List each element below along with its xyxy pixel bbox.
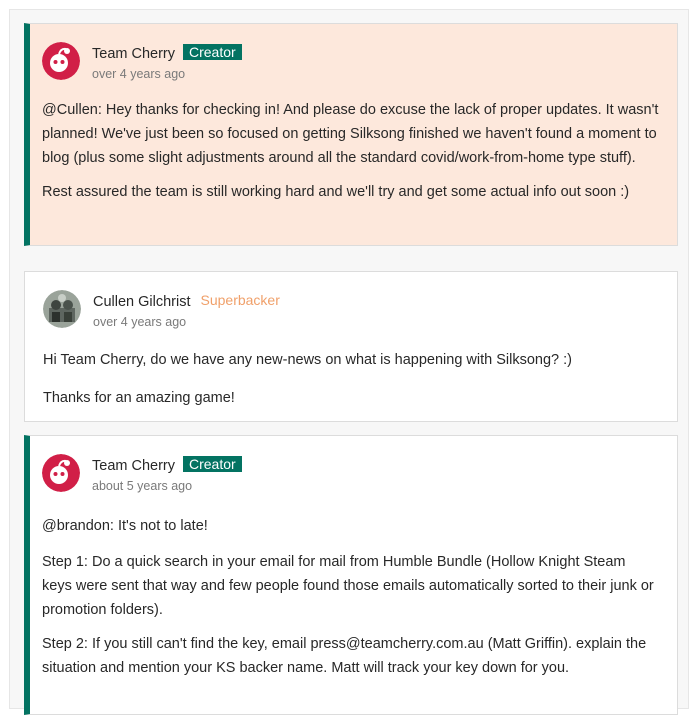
comment-paragraph: Step 1: Do a quick search in your email … bbox=[42, 554, 654, 618]
author-name-text[interactable]: Team Cherry bbox=[92, 46, 175, 62]
comment-card: Cullen Gilchrist Superbacker over 4 years… bbox=[24, 271, 678, 422]
comment-paragraph: Step 2: If you still can't find the key,… bbox=[42, 636, 647, 676]
creator-badge: Creator bbox=[183, 456, 242, 472]
author-name[interactable]: Team Cherry Creator bbox=[92, 44, 242, 62]
comment-card: Team Cherry Creator over 4 years ago @Cul… bbox=[24, 23, 678, 246]
author-name-text[interactable]: Cullen Gilchrist bbox=[93, 294, 191, 310]
user-avatar[interactable] bbox=[43, 290, 81, 328]
comment-header: Cullen Gilchrist Superbacker over 4 years… bbox=[43, 272, 677, 342]
comment-timestamp: about 5 years ago bbox=[92, 479, 193, 493]
comment-paragraph: Hi Team Cherry, do we have any new-news … bbox=[43, 352, 572, 368]
comment-card: Team Cherry Creator about 5 years ago @br… bbox=[24, 435, 678, 715]
author-name[interactable]: Team Cherry Creator bbox=[92, 456, 242, 474]
comment-body: @brandon: It's not to late! Step 1: Do a… bbox=[42, 506, 677, 680]
comment-body: @Cullen: Hey thanks for checking in! And… bbox=[42, 94, 677, 204]
comment-header: Team Cherry Creator over 4 years ago bbox=[42, 24, 677, 94]
comment-paragraph: @brandon: It's not to late! bbox=[42, 518, 208, 534]
author-name[interactable]: Cullen Gilchrist Superbacker bbox=[93, 292, 286, 310]
creator-badge: Creator bbox=[183, 44, 242, 60]
comment-paragraph: @Cullen: Hey thanks for checking in! And… bbox=[42, 102, 659, 166]
team-cherry-avatar[interactable] bbox=[42, 454, 80, 492]
comment-body: Hi Team Cherry, do we have any new-news … bbox=[43, 342, 677, 410]
comment-timestamp: over 4 years ago bbox=[93, 315, 187, 329]
comment-paragraph: Thanks for an amazing game! bbox=[43, 390, 235, 406]
comment-header: Team Cherry Creator about 5 years ago bbox=[42, 436, 677, 506]
author-name-text[interactable]: Team Cherry bbox=[92, 458, 175, 474]
superbacker-badge: Superbacker bbox=[200, 292, 280, 308]
comment-paragraph: Rest assured the team is still working h… bbox=[42, 184, 630, 200]
comment-timestamp: over 4 years ago bbox=[92, 67, 186, 81]
comments-panel: Team Cherry Creator over 4 years ago @Cul… bbox=[9, 9, 689, 715]
team-cherry-avatar[interactable] bbox=[42, 42, 80, 80]
